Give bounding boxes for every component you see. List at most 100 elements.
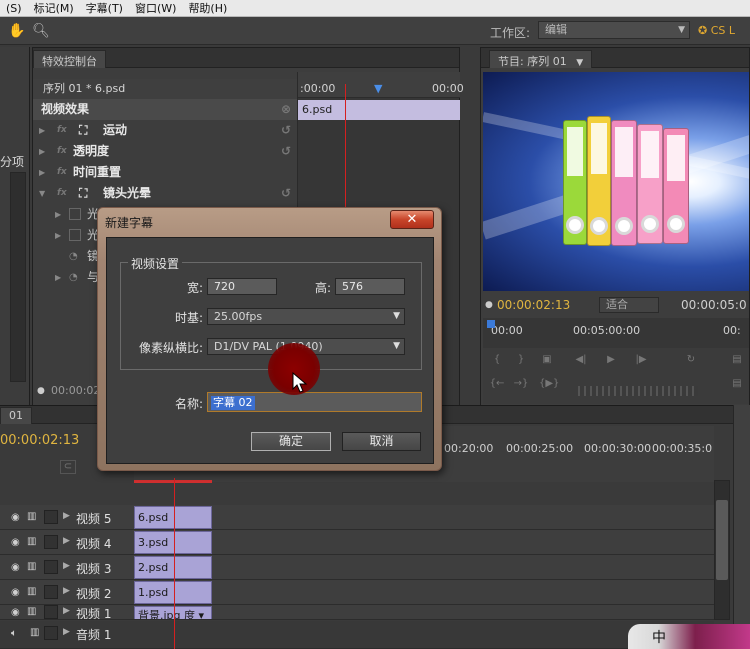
- fx-icon[interactable]: fx: [57, 162, 67, 183]
- stopwatch-icon[interactable]: ◔: [69, 267, 78, 288]
- film-icon[interactable]: ▥: [27, 561, 36, 572]
- expand-triangle-icon[interactable]: ▶: [63, 536, 70, 546]
- go-to-in-icon[interactable]: {←: [489, 378, 505, 392]
- expand-triangle-icon[interactable]: ▶: [39, 141, 45, 162]
- play-in-to-out-icon[interactable]: {▶}: [539, 378, 559, 392]
- lock-toggle[interactable]: [44, 585, 58, 599]
- film-icon[interactable]: ▥: [30, 627, 39, 638]
- program-timecode[interactable]: 00:00:02:13: [497, 298, 570, 312]
- effect-row-lens-flare[interactable]: ▼ fx ⛶ 镜头光晕 ↺: [33, 183, 297, 204]
- zoom-icon[interactable]: 🔍︎: [32, 22, 50, 40]
- timeline-clip[interactable]: 1.psd: [134, 581, 212, 604]
- effect-row-time-remap[interactable]: ▶ fx 时间重置: [33, 162, 297, 183]
- menu-item-marker[interactable]: 标记(M): [28, 0, 80, 16]
- clear-icon[interactable]: ⊗: [281, 99, 291, 120]
- film-icon[interactable]: ▥: [27, 606, 36, 617]
- mark-in-icon[interactable]: {: [489, 354, 505, 368]
- track-row-video-5[interactable]: ◉ ▥ ▶ 视频 5 6.psd: [0, 505, 714, 530]
- track-row-audio-1[interactable]: 🔈︎ ▥ ▶ 音频 1: [0, 621, 714, 649]
- program-ruler[interactable]: 00:00 00:05:00:00 00:: [483, 318, 749, 348]
- eye-icon[interactable]: ◉: [11, 512, 23, 523]
- timeline-clip[interactable]: 背景.jpg 度 ▾: [134, 606, 212, 619]
- ime-indicator[interactable]: 中: [652, 627, 666, 647]
- workspace-select[interactable]: 编辑 ▼: [538, 21, 690, 39]
- timeline-clip[interactable]: 2.psd: [134, 556, 212, 579]
- tab-program[interactable]: 节目: 序列 01 ▼: [489, 50, 593, 68]
- set-marker-icon[interactable]: ▣: [539, 354, 555, 368]
- left-edge-scrollbar[interactable]: [10, 172, 26, 382]
- eye-icon[interactable]: ◉: [11, 587, 23, 598]
- work-area-bar[interactable]: [134, 480, 212, 483]
- lock-toggle[interactable]: [44, 560, 58, 574]
- eye-icon[interactable]: ◉: [11, 607, 23, 618]
- jog-shuttle[interactable]: [578, 386, 698, 396]
- lock-toggle[interactable]: [44, 626, 58, 640]
- export-frame-icon[interactable]: ▤: [729, 354, 745, 368]
- name-input[interactable]: 字幕 02: [207, 392, 422, 412]
- program-playhead[interactable]: [487, 320, 495, 328]
- play-dot-icon[interactable]: ●: [485, 300, 493, 310]
- eye-icon[interactable]: ◉: [11, 537, 23, 548]
- expand-triangle-icon[interactable]: ▶: [55, 225, 61, 246]
- speaker-icon[interactable]: 🔈︎: [11, 628, 23, 639]
- lock-toggle[interactable]: [44, 535, 58, 549]
- ok-button[interactable]: 确定: [251, 432, 331, 451]
- fx-icon[interactable]: fx: [57, 141, 67, 162]
- expand-triangle-icon[interactable]: ▶: [63, 561, 70, 571]
- timebase-select[interactable]: 25.00fps ▼: [207, 308, 405, 325]
- chevron-down-icon[interactable]: ▼: [576, 58, 583, 68]
- menu-item-window[interactable]: 窗口(W): [129, 0, 182, 16]
- go-to-out-icon[interactable]: →}: [513, 378, 529, 392]
- tab-effect-controls[interactable]: 特效控制台: [33, 50, 106, 68]
- track-row-video-4[interactable]: ◉ ▥ ▶ 视频 4 3.psd: [0, 530, 714, 555]
- timeline-playhead[interactable]: [174, 478, 175, 649]
- play-icon[interactable]: ▶: [603, 354, 619, 368]
- lock-toggle[interactable]: [44, 605, 58, 619]
- expand-triangle-icon[interactable]: ▶: [55, 204, 61, 225]
- cs-live-logo[interactable]: ✪ CS L: [698, 21, 750, 41]
- expand-triangle-icon[interactable]: ▶: [55, 267, 61, 288]
- snap-icon[interactable]: ⊂: [60, 460, 76, 474]
- zoom-fit-select[interactable]: 适合: [599, 297, 659, 313]
- width-input[interactable]: 720: [207, 278, 277, 295]
- collapse-triangle-icon[interactable]: ▼: [39, 183, 45, 204]
- expand-triangle-icon[interactable]: ▶: [39, 162, 45, 183]
- film-icon[interactable]: ▥: [27, 511, 36, 522]
- fx-icon[interactable]: fx: [57, 120, 67, 141]
- keyframe-toggle-icon[interactable]: [69, 208, 81, 220]
- height-input[interactable]: 576: [335, 278, 405, 295]
- step-back-icon[interactable]: ◀|: [573, 354, 589, 368]
- film-icon[interactable]: ▥: [27, 536, 36, 547]
- lock-toggle[interactable]: [44, 510, 58, 524]
- reset-icon[interactable]: ↺: [281, 120, 291, 141]
- track-row-video-3[interactable]: ◉ ▥ ▶ 视频 3 2.psd: [0, 555, 714, 580]
- reset-icon[interactable]: ↺: [281, 183, 291, 204]
- effect-row-opacity[interactable]: ▶ fx 透明度 ↺: [33, 141, 297, 162]
- film-icon[interactable]: ▥: [27, 586, 36, 597]
- effect-row-motion[interactable]: ▶ fx ⛶ 运动 ↺: [33, 120, 297, 141]
- timeline-clip[interactable]: 6.psd: [134, 506, 212, 529]
- expand-triangle-icon[interactable]: ▶: [63, 511, 70, 521]
- effect-controls-timecode[interactable]: 00:00:02: [51, 384, 100, 397]
- effect-controls-clip[interactable]: 6.psd: [298, 100, 460, 120]
- menu-item-s[interactable]: (S): [0, 2, 28, 15]
- expand-triangle-icon[interactable]: ▶: [63, 586, 70, 596]
- play-dot-icon[interactable]: ●: [37, 386, 45, 396]
- tab-sequence[interactable]: 01: [0, 407, 32, 424]
- timeline-timecode[interactable]: 00:00:02:13: [0, 433, 79, 448]
- close-button[interactable]: ✕: [390, 210, 434, 229]
- track-row-video-2[interactable]: ◉ ▥ ▶ 视频 2 1.psd: [0, 580, 714, 605]
- mark-out-icon[interactable]: }: [513, 354, 529, 368]
- fx-icon[interactable]: fx: [57, 183, 67, 204]
- hand-icon[interactable]: ✋: [8, 22, 26, 40]
- menu-item-title[interactable]: 字幕(T): [80, 0, 129, 16]
- timeline-clip[interactable]: 3.psd: [134, 531, 212, 554]
- reset-icon[interactable]: ↺: [281, 141, 291, 162]
- effect-controls-ruler[interactable]: :00:00 00:00 ▼: [298, 72, 464, 98]
- eye-icon[interactable]: ◉: [11, 562, 23, 573]
- lift-icon[interactable]: ▤: [729, 378, 745, 392]
- cancel-button[interactable]: 取消: [342, 432, 421, 451]
- playhead-handle-icon[interactable]: ▼: [374, 82, 382, 95]
- expand-triangle-icon[interactable]: ▶: [39, 120, 45, 141]
- expand-triangle-icon[interactable]: ▶: [63, 627, 70, 637]
